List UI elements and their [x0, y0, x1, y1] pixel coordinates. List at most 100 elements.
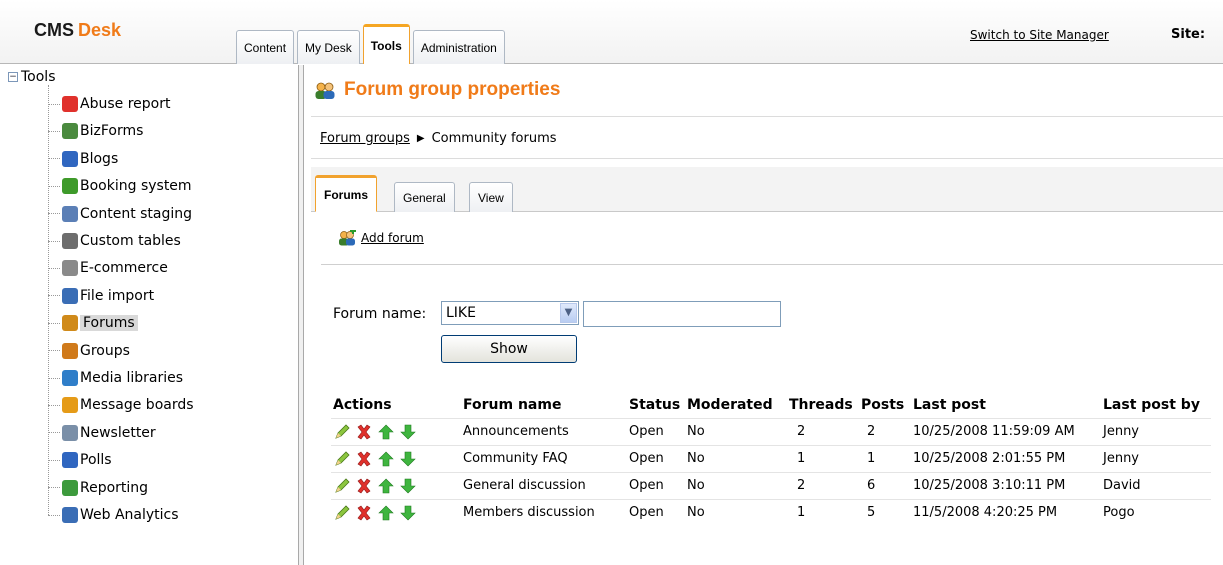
- cms-desk-logo: CMS Desk: [34, 20, 122, 40]
- media-libraries-icon: [62, 370, 78, 386]
- tree-item-label: BizForms: [80, 123, 144, 140]
- move-up-icon[interactable]: [377, 477, 395, 495]
- tree-root[interactable]: − Tools: [8, 69, 56, 85]
- tab-general[interactable]: General: [394, 182, 455, 212]
- col-last-post[interactable]: Last post: [911, 392, 1101, 418]
- tree-connector: [48, 158, 60, 160]
- tree-item[interactable]: Forums: [48, 312, 138, 334]
- tab-administration[interactable]: Administration: [412, 30, 505, 64]
- show-button[interactable]: Show: [441, 335, 577, 363]
- tab-my-desk[interactable]: My Desk: [297, 30, 360, 64]
- col-actions: Actions: [333, 396, 392, 413]
- tree-item-label: Newsletter: [80, 424, 156, 441]
- tree-item[interactable]: Polls: [48, 449, 112, 471]
- tree-item[interactable]: Message boards: [48, 394, 194, 416]
- delete-icon[interactable]: [355, 423, 373, 441]
- cell-last-post: 11/5/2008 4:20:25 PM: [911, 498, 1101, 526]
- tree-connector: [48, 295, 60, 297]
- file-import-icon: [62, 287, 78, 304]
- tree-item[interactable]: Abuse report: [48, 93, 170, 115]
- page-title: Forum group properties: [344, 79, 561, 100]
- tree-connector: [48, 130, 60, 132]
- tree-item[interactable]: Groups: [48, 340, 130, 362]
- move-down-icon[interactable]: [399, 450, 417, 468]
- tree-item[interactable]: Content staging: [48, 203, 192, 225]
- tree-item[interactable]: BizForms: [48, 120, 143, 142]
- table-row: Members discussion Open No 1 5 11/5/2008 4:20…: [331, 498, 1211, 526]
- add-forum-label: Add forum: [361, 231, 424, 245]
- divider: [311, 158, 1223, 159]
- reporting-icon: [62, 479, 78, 496]
- cell-posts: 1: [859, 444, 911, 472]
- cell-posts: 6: [859, 471, 911, 499]
- move-up-icon[interactable]: [377, 423, 395, 441]
- forum-name-operator-select[interactable]: LIKE ▼: [441, 301, 579, 325]
- ecommerce-icon: [62, 260, 78, 277]
- tree-item[interactable]: File import: [48, 285, 154, 307]
- tree-item[interactable]: Booking system: [48, 175, 192, 197]
- edit-icon[interactable]: [333, 477, 351, 495]
- tree-item[interactable]: Blogs: [48, 148, 118, 170]
- cell-moderated: No: [685, 444, 787, 472]
- tree-connector: [48, 322, 60, 324]
- move-up-icon[interactable]: [377, 450, 395, 468]
- delete-icon[interactable]: [355, 450, 373, 468]
- site-label: Site:: [1171, 27, 1206, 42]
- tree-item-label: Groups: [80, 342, 130, 359]
- tree-item[interactable]: E-commerce: [48, 257, 168, 279]
- cell-status: Open: [627, 417, 685, 445]
- cell-forum-name: Members discussion: [461, 498, 627, 526]
- col-posts[interactable]: Posts: [859, 392, 911, 418]
- breadcrumb-forum-groups-link[interactable]: Forum groups: [320, 131, 410, 146]
- cell-last-post-by: Jenny: [1101, 444, 1211, 472]
- tree-item[interactable]: Web Analytics: [48, 504, 179, 526]
- frame-splitter[interactable]: [298, 65, 304, 565]
- tree-item-label: Content staging: [80, 205, 193, 222]
- bizforms-icon: [62, 123, 78, 140]
- tree-item[interactable]: Media libraries: [48, 367, 183, 389]
- col-status[interactable]: Status: [627, 392, 685, 418]
- breadcrumb: Forum groups ▶ Community forums: [320, 131, 557, 146]
- add-forum-button[interactable]: Add forum: [338, 230, 424, 246]
- col-last-post-by[interactable]: Last post by: [1101, 392, 1211, 418]
- cell-last-post-by: David: [1101, 471, 1211, 499]
- tab-view[interactable]: View: [469, 182, 513, 212]
- cell-threads: 1: [787, 444, 859, 472]
- col-moderated[interactable]: Moderated: [685, 392, 787, 418]
- tab-tools[interactable]: Tools: [362, 24, 410, 64]
- tree-connector: [48, 432, 60, 434]
- col-threads[interactable]: Threads: [787, 392, 859, 418]
- delete-icon[interactable]: [355, 504, 373, 522]
- tree-connector: [48, 267, 60, 269]
- tree-item[interactable]: Custom tables: [48, 230, 181, 252]
- cell-moderated: No: [685, 417, 787, 445]
- tree-item[interactable]: Newsletter: [48, 422, 156, 444]
- tab-forums[interactable]: Forums: [315, 175, 378, 212]
- edit-icon[interactable]: [333, 504, 351, 522]
- forum-name-filter-input[interactable]: [583, 301, 781, 327]
- content-staging-icon: [62, 205, 78, 222]
- tab-content[interactable]: Content: [236, 30, 295, 64]
- cell-last-post: 10/25/2008 2:01:55 PM: [911, 444, 1101, 472]
- tree-connector: [48, 514, 60, 516]
- move-down-icon[interactable]: [399, 423, 417, 441]
- tree-item-label: Media libraries: [80, 370, 184, 386]
- move-down-icon[interactable]: [399, 504, 417, 522]
- cell-forum-name: Community FAQ: [461, 444, 627, 472]
- cell-forum-name: General discussion: [461, 471, 627, 499]
- move-up-icon[interactable]: [377, 504, 395, 522]
- cell-threads: 2: [787, 471, 859, 499]
- tree-item-label: Custom tables: [80, 233, 181, 249]
- tree-connector: [48, 404, 60, 406]
- collapse-icon[interactable]: −: [8, 72, 18, 82]
- cell-last-post-by: Jenny: [1101, 417, 1211, 445]
- edit-icon[interactable]: [333, 423, 351, 441]
- edit-icon[interactable]: [333, 450, 351, 468]
- delete-icon[interactable]: [355, 477, 373, 495]
- tree-item[interactable]: Reporting: [48, 477, 148, 499]
- col-forum-name[interactable]: Forum name: [461, 392, 627, 418]
- move-down-icon[interactable]: [399, 477, 417, 495]
- forums-icon: [62, 315, 78, 332]
- switch-to-site-manager-link[interactable]: Switch to Site Manager: [970, 28, 1109, 42]
- chevron-down-icon[interactable]: ▼: [560, 303, 577, 323]
